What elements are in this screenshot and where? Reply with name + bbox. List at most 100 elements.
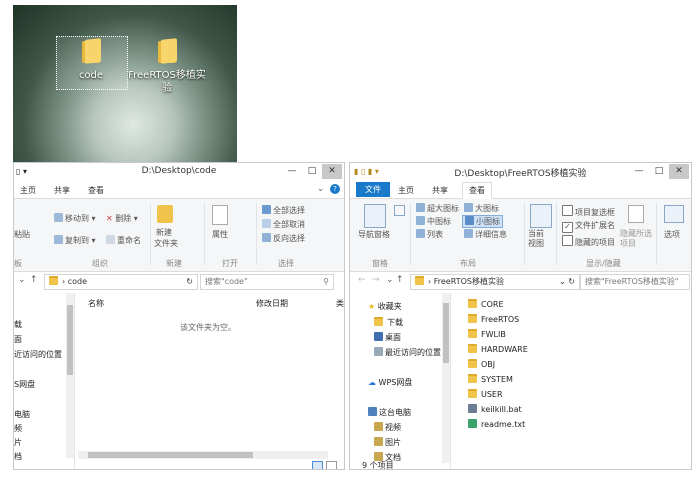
layout-list[interactable]: 列表 [416, 229, 443, 240]
nav-item[interactable]: 电脑 [14, 409, 30, 420]
nav-scrollbar[interactable] [442, 293, 450, 463]
scrollbar-thumb[interactable] [443, 303, 449, 363]
new-folder-label: 文件夹 [154, 239, 178, 248]
checkbox-unchecked[interactable] [562, 235, 573, 246]
checkbox-unchecked[interactable] [562, 205, 573, 216]
nav-item-downloads[interactable]: 下载 [374, 317, 403, 328]
large-icons-view-icon[interactable] [326, 461, 337, 469]
refresh-icon[interactable]: ↻ [186, 275, 193, 289]
column-name[interactable]: 名称 [88, 298, 104, 309]
tab-share[interactable]: 共享 [426, 184, 454, 197]
preview-pane-icon[interactable] [394, 205, 405, 216]
hide-selected-button[interactable]: 隐藏所选项目 [620, 229, 652, 249]
navigation-pane-button[interactable]: 导航窗格 [358, 229, 390, 240]
list-item-folder[interactable]: FreeRTOS [468, 314, 519, 324]
address-bar[interactable]: › code ↻ [44, 274, 198, 290]
move-to-button[interactable]: 移动到 ▾ [54, 213, 96, 224]
list-item-folder[interactable]: FWLIB [468, 329, 506, 339]
chevron-down-icon[interactable]: ⌄ [18, 275, 26, 285]
close-button[interactable]: ✕ [322, 164, 342, 179]
refresh-icon[interactable]: ⌄ ↻ [559, 275, 575, 289]
desktop-icon-code[interactable]: code [65, 39, 117, 82]
tab-share[interactable]: 共享 [48, 184, 76, 197]
maximize-button[interactable]: □ [649, 164, 669, 179]
tab-view[interactable]: 查看 [82, 184, 110, 197]
options-button[interactable]: 选项 [664, 229, 680, 240]
nav-item-this-pc[interactable]: 这台电脑 [368, 407, 411, 418]
list-item-folder[interactable]: SYSTEM [468, 374, 513, 384]
layout-medium-icons[interactable]: 中图标 [416, 216, 451, 227]
tab-home[interactable]: 主页 [392, 184, 420, 197]
scrollbar-thumb[interactable] [88, 452, 253, 458]
nav-item-recent[interactable]: 最近访问的位置 [374, 347, 441, 358]
paste-label[interactable]: 粘贴 [14, 229, 30, 240]
rename-button[interactable]: 重命名 [106, 235, 141, 246]
list-item-folder[interactable]: CORE [468, 299, 504, 309]
address-bar[interactable]: › FreeRTOS移植实验 ⌄ ↻ [410, 274, 580, 290]
back-arrow-icon[interactable]: ← [358, 275, 366, 285]
ribbon-group-label: 窗格 [372, 259, 388, 268]
tab-view[interactable]: 查看 [462, 182, 492, 199]
minimize-button[interactable]: — [629, 164, 649, 179]
nav-item[interactable]: 档 [14, 451, 22, 462]
tab-file[interactable]: 文件 [356, 182, 390, 197]
search-input[interactable]: 搜索"code" ⚲ [200, 274, 334, 290]
recent-icon [374, 347, 383, 356]
chevron-down-icon[interactable]: ⌄ [386, 275, 394, 285]
checkbox-checked[interactable]: ✓ [562, 222, 573, 233]
nav-item-wps-drive[interactable]: ☁ WPS网盘 [368, 377, 412, 388]
desktop-icon-freertos[interactable]: FreeRTOS移植实验 [127, 39, 207, 95]
list-item-folder[interactable]: OBJ [468, 359, 495, 369]
delete-button[interactable]: ✕ 删除 ▾ [106, 213, 138, 224]
text-file-icon [468, 419, 477, 428]
nav-item[interactable]: 频 [14, 423, 22, 434]
details-view-icon[interactable] [312, 461, 323, 469]
column-type[interactable]: 类 [336, 298, 344, 309]
current-view-button[interactable]: 当前视图 [528, 229, 550, 249]
select-none-button[interactable]: 全部取消 [262, 219, 305, 230]
ribbon-separator [656, 203, 657, 265]
tab-home[interactable]: 主页 [14, 184, 42, 197]
layout-extra-large-icons[interactable]: 超大图标 [416, 203, 459, 214]
cloud-icon: ☁ [368, 378, 376, 387]
search-icon[interactable]: ⚲ [323, 275, 329, 289]
list-item-file[interactable]: keilkill.bat [468, 404, 522, 414]
new-folder-button[interactable]: 新建 [156, 227, 172, 238]
nav-item[interactable]: S网盘 [14, 379, 35, 390]
properties-button[interactable]: 属性 [212, 229, 228, 240]
layout-large-icons[interactable]: 大图标 [464, 203, 499, 214]
layout-small-icons[interactable]: 小图标 [462, 215, 503, 228]
nav-scrollbar[interactable] [66, 293, 74, 458]
close-button[interactable]: ✕ [669, 164, 689, 179]
copy-to-button[interactable]: 复制到 ▾ [54, 235, 96, 246]
nav-item[interactable]: 载 [14, 319, 22, 330]
maximize-button[interactable]: □ [302, 164, 322, 179]
up-arrow-icon[interactable]: ↑ [30, 275, 38, 285]
nav-item[interactable]: 面 [14, 334, 22, 345]
nav-item[interactable]: 近访问的位置 [14, 349, 62, 360]
help-icon[interactable]: ? [330, 184, 340, 194]
nav-item-videos[interactable]: 视频 [374, 422, 401, 433]
forward-arrow-icon[interactable]: → [372, 275, 380, 285]
minimize-button[interactable]: — [282, 164, 302, 179]
item-checkboxes-toggle[interactable]: 项目复选框 [562, 205, 615, 218]
hidden-items-toggle[interactable]: 隐藏的项目 [562, 235, 615, 248]
address-bar-row: ← → ⌄ ↑ › FreeRTOS移植实验 ⌄ ↻ 搜索"FreeRTOS移植… [350, 273, 691, 291]
chevron-down-icon[interactable]: ⌄ [317, 184, 324, 193]
list-item-folder[interactable]: USER [468, 389, 503, 399]
nav-item-desktop[interactable]: 桌面 [374, 332, 401, 343]
up-arrow-icon[interactable]: ↑ [396, 275, 404, 285]
file-extensions-toggle[interactable]: ✓ 文件扩展名 [562, 220, 615, 233]
nav-item-favorites[interactable]: ★ 收藏夹 [368, 301, 402, 312]
search-input[interactable]: 搜索"FreeRTOS移植实验" [580, 274, 690, 290]
list-item-folder[interactable]: HARDWARE [468, 344, 528, 354]
list-item-file[interactable]: readme.txt [468, 419, 525, 429]
nav-item-pictures[interactable]: 图片 [374, 437, 401, 448]
layout-details[interactable]: 详细信息 [464, 229, 507, 240]
column-modified-date[interactable]: 修改日期 [256, 298, 288, 309]
invert-selection-button[interactable]: 反向选择 [262, 233, 305, 244]
horizontal-scrollbar[interactable] [78, 451, 328, 459]
nav-item[interactable]: 片 [14, 437, 22, 448]
select-all-button[interactable]: 全部选择 [262, 205, 305, 216]
scrollbar-thumb[interactable] [67, 305, 73, 375]
